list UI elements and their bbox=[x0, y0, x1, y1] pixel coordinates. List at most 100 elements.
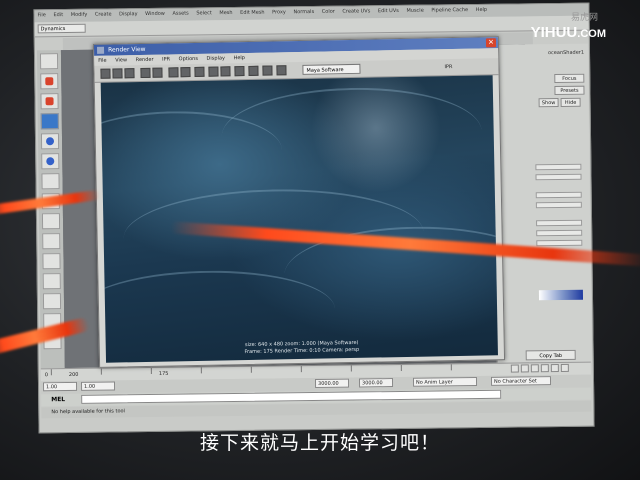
scale-tool-icon[interactable] bbox=[41, 153, 60, 170]
render-region-icon[interactable] bbox=[112, 68, 123, 79]
paint-select-tool-icon[interactable] bbox=[40, 93, 59, 110]
refresh-ipr-icon[interactable] bbox=[152, 67, 163, 78]
menu-set-dropdown[interactable]: Dynamics bbox=[37, 23, 86, 34]
step-back-button[interactable] bbox=[520, 364, 529, 373]
menu-item[interactable]: Pipeline Cache bbox=[431, 7, 468, 13]
render-view-title: Render View bbox=[107, 45, 146, 54]
menu-item[interactable]: Modify bbox=[71, 12, 88, 18]
hypershade-layout-icon[interactable] bbox=[42, 253, 61, 270]
ipr-render-icon[interactable] bbox=[140, 67, 151, 79]
menu-item[interactable]: Edit bbox=[53, 12, 63, 18]
menu-item[interactable]: Normals bbox=[293, 9, 314, 15]
menu-item[interactable]: Edit Mesh bbox=[240, 10, 265, 16]
attribute-editor: oceanShader1 Focus Presets Show Hide Cop… bbox=[492, 43, 592, 363]
watermark-domain: .COM bbox=[577, 28, 606, 40]
menu-item[interactable]: Muscle bbox=[406, 8, 423, 14]
display-options-icon[interactable] bbox=[248, 65, 259, 76]
attribute-field[interactable] bbox=[535, 201, 582, 209]
play-backward-button[interactable] bbox=[530, 364, 539, 373]
anim-end-field[interactable]: 3000.00 bbox=[358, 378, 394, 388]
render-menu-item[interactable]: Options bbox=[179, 56, 198, 62]
render-menu-item[interactable]: IPR bbox=[162, 56, 170, 62]
rendered-ocean-image[interactable]: size: 640 x 480 zoom: 1.000 (Maya Softwa… bbox=[100, 75, 498, 363]
menu-item[interactable]: Window bbox=[145, 11, 165, 17]
time-tick bbox=[450, 364, 452, 371]
time-tick bbox=[50, 369, 52, 376]
render-settings-icon[interactable] bbox=[262, 65, 273, 76]
character-set-dropdown[interactable]: No Character Set bbox=[490, 376, 552, 386]
layout-option-icon[interactable] bbox=[42, 293, 62, 310]
play-forward-button[interactable] bbox=[540, 364, 549, 373]
attribute-field[interactable] bbox=[536, 219, 583, 227]
presets-button[interactable]: Presets bbox=[554, 85, 585, 96]
go-to-start-button[interactable] bbox=[510, 364, 519, 373]
menu-item[interactable]: Help bbox=[476, 7, 487, 13]
render-menu-item[interactable]: Help bbox=[233, 55, 245, 61]
render-menu-item[interactable]: Display bbox=[206, 55, 225, 61]
persp-graph-layout-icon[interactable] bbox=[42, 233, 61, 250]
attribute-field[interactable] bbox=[535, 163, 582, 171]
time-slider-start: 0 bbox=[44, 372, 49, 379]
close-icon[interactable]: ✕ bbox=[485, 38, 497, 48]
render-menu-item[interactable]: File bbox=[98, 58, 106, 64]
move-tool-icon[interactable] bbox=[40, 113, 59, 130]
lasso-tool-icon[interactable] bbox=[40, 73, 59, 90]
range-end-field[interactable]: 3000.00 bbox=[314, 378, 350, 388]
rotate-tool-icon[interactable] bbox=[40, 133, 60, 150]
renderer-dropdown[interactable]: Maya Software bbox=[302, 63, 361, 75]
attribute-field[interactable] bbox=[536, 229, 583, 237]
go-to-end-button[interactable] bbox=[560, 363, 569, 372]
attribute-editor-node-tab[interactable]: oceanShader1 bbox=[548, 50, 584, 56]
rgb-channels-icon[interactable] bbox=[168, 67, 179, 78]
playback-start-field[interactable]: 1.00 bbox=[42, 381, 78, 392]
attribute-field[interactable] bbox=[536, 239, 583, 247]
hide-button[interactable]: Hide bbox=[560, 97, 581, 107]
alpha-channel-icon[interactable] bbox=[180, 67, 191, 78]
attribute-field[interactable] bbox=[535, 173, 582, 181]
layout-option-icon[interactable] bbox=[42, 273, 61, 290]
attribute-field[interactable] bbox=[535, 191, 582, 199]
menu-item[interactable]: File bbox=[37, 12, 45, 18]
select-tool-icon[interactable] bbox=[39, 53, 59, 70]
video-subtitle: 接下来就马上开始学习吧！ bbox=[199, 432, 440, 454]
current-frame-marker[interactable]: 175 bbox=[159, 371, 169, 377]
watermark-chinese: 易虎网 bbox=[570, 13, 598, 23]
time-tick bbox=[100, 368, 102, 375]
time-tick bbox=[150, 367, 152, 375]
persp-outliner-layout-icon[interactable] bbox=[41, 213, 61, 230]
command-language-label[interactable]: MEL bbox=[51, 396, 65, 403]
menu-item[interactable]: Create UVs bbox=[342, 8, 370, 14]
real-size-icon[interactable] bbox=[194, 66, 205, 77]
focus-button[interactable]: Focus bbox=[554, 73, 585, 84]
show-button[interactable]: Show bbox=[538, 98, 559, 108]
redo-render-icon[interactable] bbox=[100, 68, 111, 79]
copy-tab-button[interactable]: Copy Tab bbox=[525, 349, 576, 361]
time-tick bbox=[400, 364, 402, 371]
render-menu-item[interactable]: Render bbox=[136, 57, 154, 63]
menu-item[interactable]: Mesh bbox=[219, 10, 232, 16]
time-tick bbox=[300, 366, 302, 373]
ipr-label: IPR bbox=[444, 64, 453, 71]
menu-item[interactable]: Create bbox=[95, 11, 112, 17]
menu-item[interactable]: Edit UVs bbox=[378, 8, 399, 14]
single-perspective-layout-icon[interactable] bbox=[41, 173, 60, 190]
menu-item[interactable]: Color bbox=[322, 9, 335, 15]
menu-item[interactable]: Select bbox=[196, 10, 212, 16]
menu-item[interactable]: Assets bbox=[172, 11, 188, 17]
remove-image-icon[interactable] bbox=[220, 66, 231, 77]
window-icon bbox=[96, 46, 105, 54]
menu-item[interactable]: Proxy bbox=[272, 9, 286, 15]
range-start-field[interactable]: 1.00 bbox=[80, 381, 116, 391]
color-ramp[interactable] bbox=[538, 289, 584, 301]
menu-item[interactable]: Display bbox=[119, 11, 138, 17]
snapshot-icon[interactable] bbox=[124, 68, 135, 79]
render-menu-item[interactable]: View bbox=[115, 57, 127, 63]
wave-highlight bbox=[220, 85, 483, 183]
keep-image-icon[interactable] bbox=[208, 66, 219, 77]
time-tick bbox=[350, 365, 352, 372]
anim-layer-dropdown[interactable]: No Anim Layer bbox=[412, 377, 478, 387]
color-management-icon[interactable] bbox=[234, 66, 245, 77]
watermark-main: YIHUU bbox=[530, 24, 578, 41]
step-forward-button[interactable] bbox=[550, 364, 559, 373]
camera-icon[interactable] bbox=[276, 65, 287, 76]
